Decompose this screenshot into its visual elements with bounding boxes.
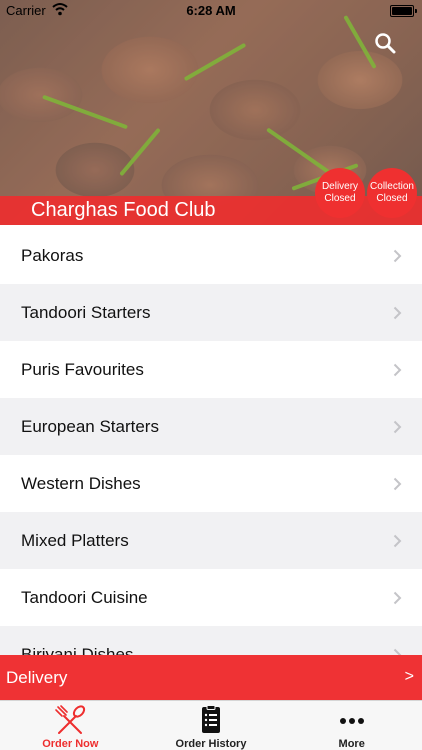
collection-badge-line2: Closed <box>376 193 408 204</box>
menu-item-label: Pakoras <box>21 245 84 265</box>
menu-item-label: Tandoori Cuisine <box>21 587 148 607</box>
chevron-right-icon <box>393 249 402 262</box>
menu-item-puris-favourites[interactable]: Puris Favourites <box>0 341 422 398</box>
menu-item-western-dishes[interactable]: Western Dishes <box>0 455 422 512</box>
menu-item-label: Biriyani Dishes <box>21 644 134 656</box>
receipt-icon <box>202 705 220 733</box>
tab-order-history[interactable]: Order History <box>141 701 282 750</box>
tab-bar: Order Now Order History More <box>0 700 422 750</box>
menu-item-mixed-platters[interactable]: Mixed Platters <box>0 512 422 569</box>
status-time: 6:28 AM <box>186 3 236 18</box>
collection-status-badge: Collection Closed <box>367 168 417 218</box>
tab-more[interactable]: More <box>281 701 422 750</box>
menu-item-biriyani-dishes[interactable]: Biriyani Dishes <box>0 626 422 655</box>
chevron-right-icon <box>393 306 402 319</box>
chevron-right-icon <box>393 477 402 490</box>
delivery-arrow-icon: > <box>404 668 414 685</box>
menu-item-european-starters[interactable]: European Starters <box>0 398 422 455</box>
menu-category-list[interactable]: Pakoras Tandoori Starters Puris Favourit… <box>0 227 422 655</box>
fork-knife-icon <box>55 705 86 734</box>
chevron-right-icon <box>393 420 402 433</box>
chevron-right-icon <box>393 591 402 604</box>
more-dots-icon <box>339 718 364 724</box>
delivery-badge-line2: Closed <box>324 193 356 204</box>
search-icon[interactable] <box>374 32 396 54</box>
chevron-right-icon <box>393 534 402 547</box>
collection-badge-line1: Collection <box>370 181 414 192</box>
tab-label: Order Now <box>42 738 99 750</box>
delivery-badge-line1: Delivery <box>321 181 359 192</box>
menu-item-label: Puris Favourites <box>21 359 144 379</box>
tab-label: Order History <box>175 738 247 750</box>
menu-item-label: Tandoori Starters <box>21 302 151 322</box>
status-bar: Carrier 6:28 AM <box>0 0 422 22</box>
menu-item-pakoras[interactable]: Pakoras <box>0 227 422 284</box>
tab-label: More <box>338 738 365 750</box>
menu-item-tandoori-starters[interactable]: Tandoori Starters <box>0 284 422 341</box>
delivery-mode-label: Delivery <box>6 668 68 687</box>
chevron-right-icon <box>393 363 402 376</box>
chevron-right-icon <box>393 648 402 655</box>
menu-item-tandoori-cuisine[interactable]: Tandoori Cuisine <box>0 569 422 626</box>
delivery-mode-bar[interactable]: Delivery > <box>0 655 422 700</box>
tab-order-now[interactable]: Order Now <box>0 701 141 750</box>
menu-item-label: Mixed Platters <box>21 530 129 550</box>
menu-item-label: European Starters <box>21 416 159 436</box>
restaurant-name: Charghas Food Club <box>31 199 216 221</box>
delivery-status-badge: Delivery Closed <box>315 168 365 218</box>
battery-icon <box>390 5 417 17</box>
menu-item-label: Western Dishes <box>21 473 141 493</box>
